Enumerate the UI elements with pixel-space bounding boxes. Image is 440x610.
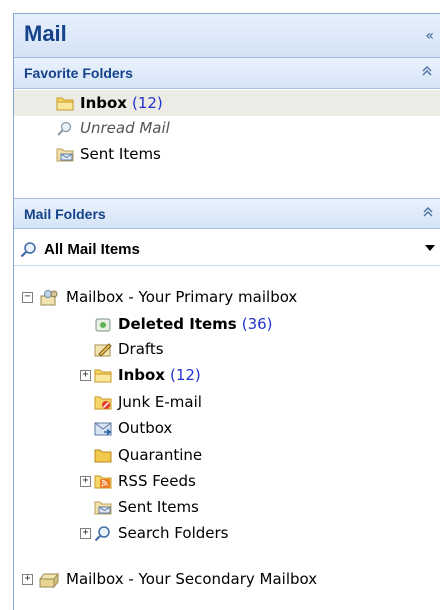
- mail-view-selector-label: All Mail Items: [44, 240, 140, 258]
- folder-junk-email-label: Junk E-mail: [118, 393, 202, 411]
- pane-title-bar: Mail «: [14, 14, 440, 58]
- mailbox-icon: [38, 289, 60, 306]
- folder-icon: [94, 447, 112, 463]
- folder-outbox-label: Outbox: [118, 419, 173, 437]
- chevron-down-icon[interactable]: [425, 245, 435, 251]
- primary-mailbox[interactable]: Mailbox - Your Primary mailbox: [38, 285, 297, 309]
- folder-sent-items[interactable]: Sent Items: [94, 495, 199, 519]
- mailbox-icon: [38, 571, 60, 589]
- sent-items-icon: [94, 499, 112, 515]
- folder-quarantine-label: Quarantine: [118, 446, 203, 464]
- folder-inbox[interactable]: Inbox (12): [94, 363, 201, 387]
- folder-junk-email[interactable]: Junk E-mail: [94, 390, 202, 414]
- favorite-unread-mail-label: Unread Mail: [80, 119, 170, 137]
- folder-rss-feeds[interactable]: RSS Feeds: [94, 469, 196, 493]
- expand-primary-mailbox[interactable]: −: [22, 292, 33, 303]
- inbox-folder-icon: [56, 95, 74, 111]
- folder-inbox-label: Inbox: [118, 366, 165, 384]
- favorite-folders-header[interactable]: Favorite Folders: [14, 58, 440, 89]
- folder-rss-feeds-label: RSS Feeds: [118, 472, 196, 490]
- collapse-favorites-icon[interactable]: [422, 66, 432, 79]
- folder-drafts[interactable]: Drafts: [94, 337, 164, 361]
- folder-drafts-label: Drafts: [118, 340, 164, 358]
- expand-search-folders[interactable]: +: [80, 528, 91, 539]
- folder-sent-items-label: Sent Items: [118, 498, 199, 516]
- pane-title: Mail: [24, 21, 67, 46]
- folder-deleted-items-label: Deleted Items: [118, 315, 237, 333]
- folder-quarantine[interactable]: Quarantine: [94, 443, 202, 467]
- folder-deleted-items[interactable]: Deleted Items (36): [94, 312, 273, 336]
- folder-outbox[interactable]: Outbox: [94, 416, 172, 440]
- inbox-folder-icon: [94, 367, 112, 383]
- primary-mailbox-label: Mailbox - Your Primary mailbox: [66, 288, 298, 306]
- mail-view-selector-content: All Mail Items: [20, 237, 140, 261]
- favorite-unread-mail[interactable]: Unread Mail: [56, 116, 170, 140]
- search-folder-icon: [20, 241, 38, 257]
- search-folder-icon: [56, 120, 74, 136]
- folder-search-folders[interactable]: Search Folders: [94, 521, 228, 545]
- favorite-sent-items[interactable]: Sent Items: [56, 142, 161, 166]
- expand-secondary-mailbox[interactable]: +: [22, 574, 33, 585]
- collapse-mail-folders-icon[interactable]: [423, 207, 433, 220]
- folder-deleted-items-count: (36): [241, 315, 273, 333]
- outbox-icon: [94, 420, 112, 436]
- favorite-inbox-count: (12): [131, 94, 163, 112]
- expand-inbox[interactable]: +: [80, 370, 91, 381]
- collapse-pane-icon[interactable]: «: [425, 28, 434, 44]
- favorite-inbox-label: Inbox: [80, 94, 127, 112]
- drafts-icon: [94, 341, 112, 357]
- navigation-pane: Mail « Favorite Folders Inbox (12) Unrea…: [13, 13, 440, 610]
- folder-search-folders-label: Search Folders: [118, 524, 229, 542]
- secondary-mailbox[interactable]: Mailbox - Your Secondary Mailbox: [38, 567, 317, 591]
- favorite-inbox[interactable]: Inbox (12): [56, 91, 163, 115]
- folder-inbox-count: (12): [169, 366, 201, 384]
- expand-rss-feeds[interactable]: +: [80, 476, 91, 487]
- mail-folders-label: Mail Folders: [24, 206, 106, 222]
- secondary-mailbox-label: Mailbox - Your Secondary Mailbox: [66, 570, 318, 588]
- junk-mail-icon: [94, 394, 112, 410]
- sent-items-icon: [56, 146, 74, 162]
- search-folder-icon: [94, 525, 112, 541]
- rss-feeds-icon: [94, 473, 112, 489]
- mail-folders-header[interactable]: Mail Folders: [14, 198, 440, 229]
- favorite-sent-items-label: Sent Items: [80, 145, 161, 163]
- deleted-items-icon: [94, 316, 112, 332]
- favorite-folders-label: Favorite Folders: [24, 65, 133, 81]
- mail-view-selector[interactable]: All Mail Items: [14, 232, 440, 266]
